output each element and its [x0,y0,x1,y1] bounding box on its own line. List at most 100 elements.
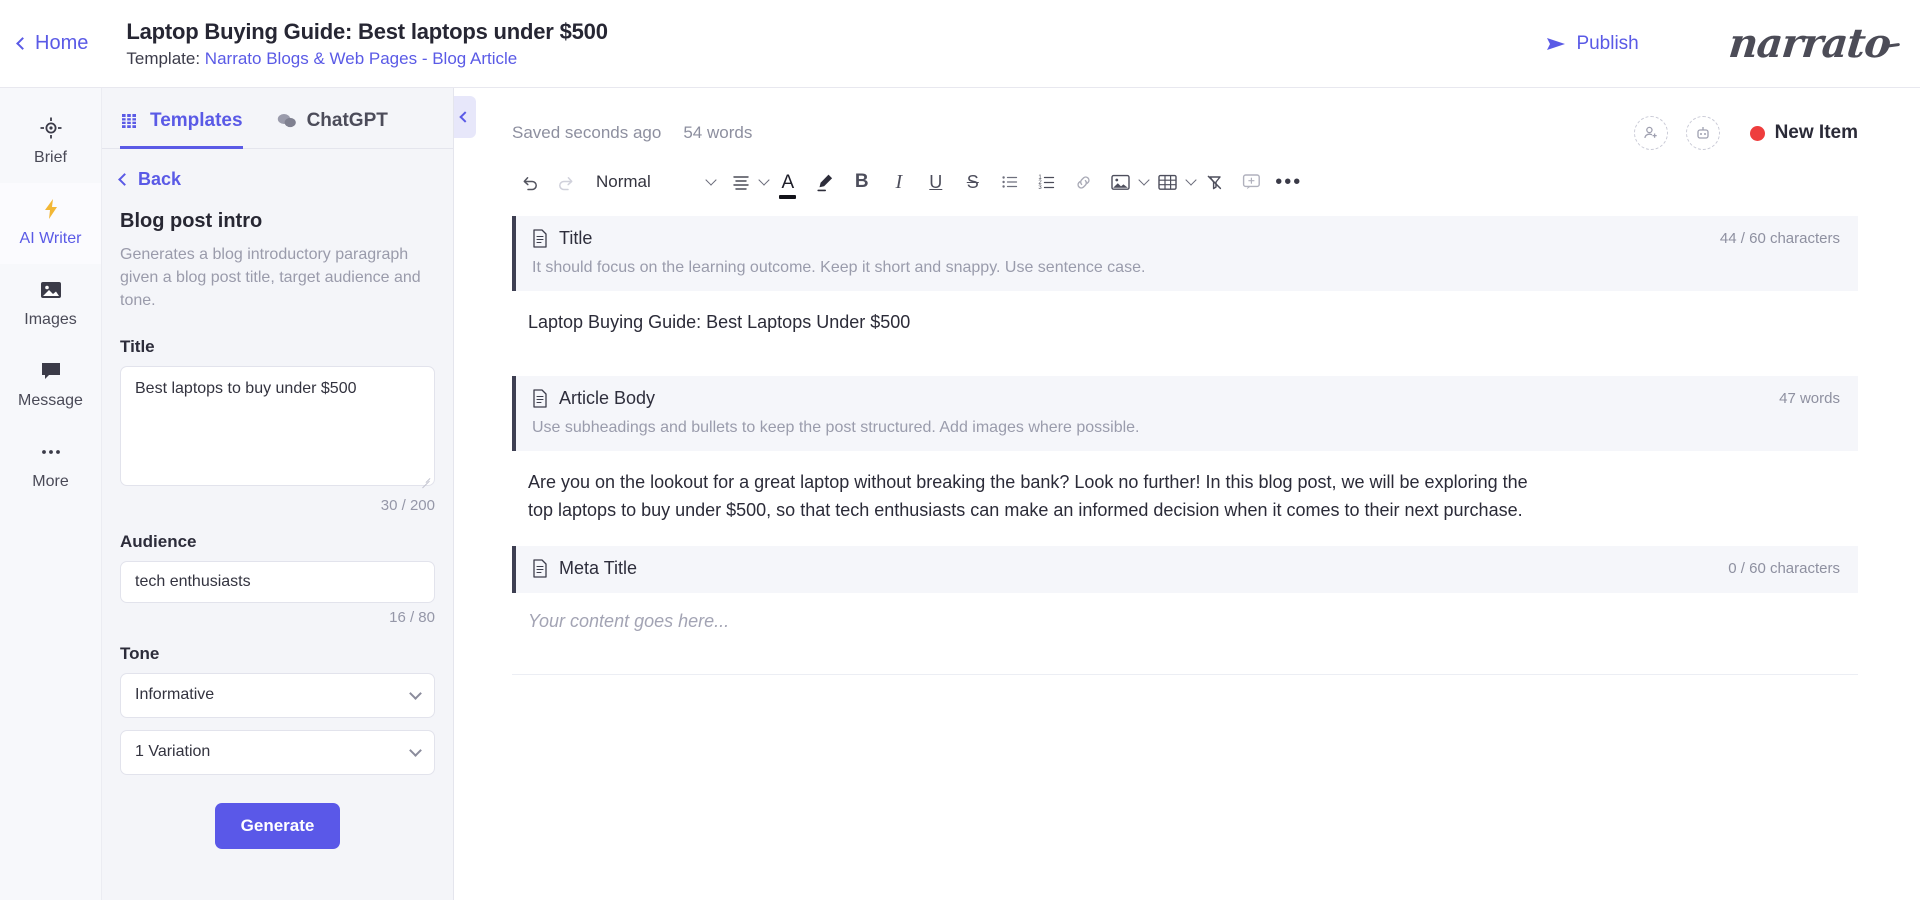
template-breadcrumb: Template: Narrato Blogs & Web Pages - Bl… [126,49,607,69]
block-meta-meta-title: 0 / 60 characters [1728,560,1840,578]
underline-button[interactable]: U [919,166,953,198]
add-collaborator-button[interactable] [1633,116,1668,150]
content-blocks: Title 44 / 60 characters It should focus… [454,212,1920,654]
left-icon-rail: Brief AI Writer Images Message More [0,88,102,900]
template-description: Generates a blog introductory paragraph … [120,246,421,310]
block-header-row: Article Body 47 words [532,388,1840,409]
chevron-left-icon [459,110,471,123]
image-icon[interactable] [1104,166,1138,198]
rail-item-message[interactable]: Message [0,345,101,426]
table-icon[interactable] [1151,166,1185,198]
variation-select-value: 1 Variation [135,743,211,761]
block-title-label: Title [559,228,593,248]
more-options-button[interactable]: ••• [1272,166,1306,198]
ellipsis-icon [39,440,63,464]
chat-bubbles-icon [277,111,297,131]
send-icon [1547,37,1566,50]
template-name-heading: Blog post intro [120,210,263,232]
message-icon [39,359,63,383]
home-back-link[interactable]: Home [16,32,112,55]
document-icon [533,389,547,409]
chevron-down-icon [1185,174,1197,186]
new-item-button[interactable]: New Item [1749,122,1858,144]
numbered-list-icon[interactable]: 1 2 3 [1030,166,1064,198]
editor-toolbar: Normal A B I U S 1 2 3 ••• [454,150,1920,212]
app-body: Brief AI Writer Images Message More Temp… [0,88,1920,900]
back-label: Back [138,169,182,189]
redo-icon[interactable] [549,166,583,198]
content-divider [512,674,1858,676]
audience-field-label: Audience [120,531,197,551]
align-group[interactable] [724,166,770,198]
paragraph-style-select[interactable]: Normal [586,166,721,198]
target-icon [39,116,63,140]
insert-image-group[interactable] [1104,166,1150,198]
publish-button[interactable]: Publish [1546,32,1639,55]
collapse-panel-button[interactable] [454,96,476,138]
word-count: 54 words [683,123,753,142]
insert-table-group[interactable] [1151,166,1197,198]
publish-label: Publish [1576,32,1639,54]
title-field-wrap [120,365,435,491]
tab-templates[interactable]: Templates [120,110,243,149]
italic-button[interactable]: I [882,166,916,198]
robot-icon [1696,127,1709,139]
document-icon [533,229,547,248]
variation-select[interactable]: 1 Variation [120,729,435,775]
block-header-title: Title 44 / 60 characters It should focus… [512,216,1858,291]
block-title-label: Meta Title [559,558,638,579]
page-title: Laptop Buying Guide: Best laptops under … [126,18,608,44]
text-color-letter: A [779,171,796,199]
bullet-list-icon[interactable] [993,166,1027,198]
generate-row: Generate [120,802,435,849]
rail-item-brief[interactable]: Brief [0,102,101,183]
link-icon[interactable] [1067,166,1101,198]
chevron-left-icon [16,36,29,50]
audience-input[interactable] [120,560,435,603]
saved-status: Saved seconds ago [512,123,662,142]
document-title-group: Laptop Buying Guide: Best laptops under … [126,18,608,70]
rail-label-more: More [32,473,69,490]
template-prefix-label: Template: [126,49,205,69]
highlighter-icon[interactable] [808,166,842,198]
align-icon[interactable] [724,166,758,198]
rail-label-message: Message [18,392,83,409]
comment-icon[interactable] [1235,166,1269,198]
chevron-down-icon [758,174,770,186]
templates-icon [120,111,140,131]
block-content-meta-title[interactable]: Your content goes here... [512,593,1858,654]
rail-item-more[interactable]: More [0,426,101,507]
audience-character-counter: 16 / 80 [389,608,435,626]
bold-button[interactable]: B [845,166,879,198]
chevron-down-icon [409,743,422,757]
rail-item-ai-writer[interactable]: AI Writer [0,183,101,264]
block-header-meta-title: Meta Title 0 / 60 characters [512,546,1858,594]
block-title-group: Article Body [532,388,655,409]
tone-select[interactable]: Informative [120,672,435,718]
block-title-label: Article Body [559,388,656,409]
title-character-counter: 30 / 200 [380,496,435,514]
undo-icon[interactable] [512,166,546,198]
block-hint-title: It should focus on the learning outcome.… [532,259,1146,276]
block-content-title[interactable]: Laptop Buying Guide: Best Laptops Under … [512,291,1542,376]
editor-status-bar: Saved seconds ago 54 words New Item [454,88,1920,150]
new-item-label: New Item [1774,122,1858,143]
tone-field-label: Tone [120,643,160,663]
title-field-label: Title [120,336,155,356]
rail-label-brief: Brief [34,149,67,166]
strikethrough-button[interactable]: S [956,166,990,198]
block-content-article-body[interactable]: Are you on the lookout for a great lapto… [512,451,1542,546]
clear-format-icon[interactable] [1198,166,1232,198]
ai-assistant-button[interactable] [1685,116,1720,150]
tab-chatgpt[interactable]: ChatGPT [277,110,388,149]
tone-select-value: Informative [135,686,215,704]
title-input[interactable] [120,365,435,486]
back-button[interactable]: Back [102,149,453,198]
template-panel: Templates ChatGPT Back Blog post intro G… [102,88,454,900]
rail-item-images[interactable]: Images [0,264,101,345]
text-color-button[interactable]: A [771,166,805,199]
generate-button[interactable]: Generate [214,802,341,849]
template-link[interactable]: Narrato Blogs & Web Pages - Blog Article [205,49,517,68]
panel-tab-list: Templates ChatGPT [102,88,453,149]
block-hint-article-body: Use subheadings and bullets to keep the … [532,419,1140,437]
